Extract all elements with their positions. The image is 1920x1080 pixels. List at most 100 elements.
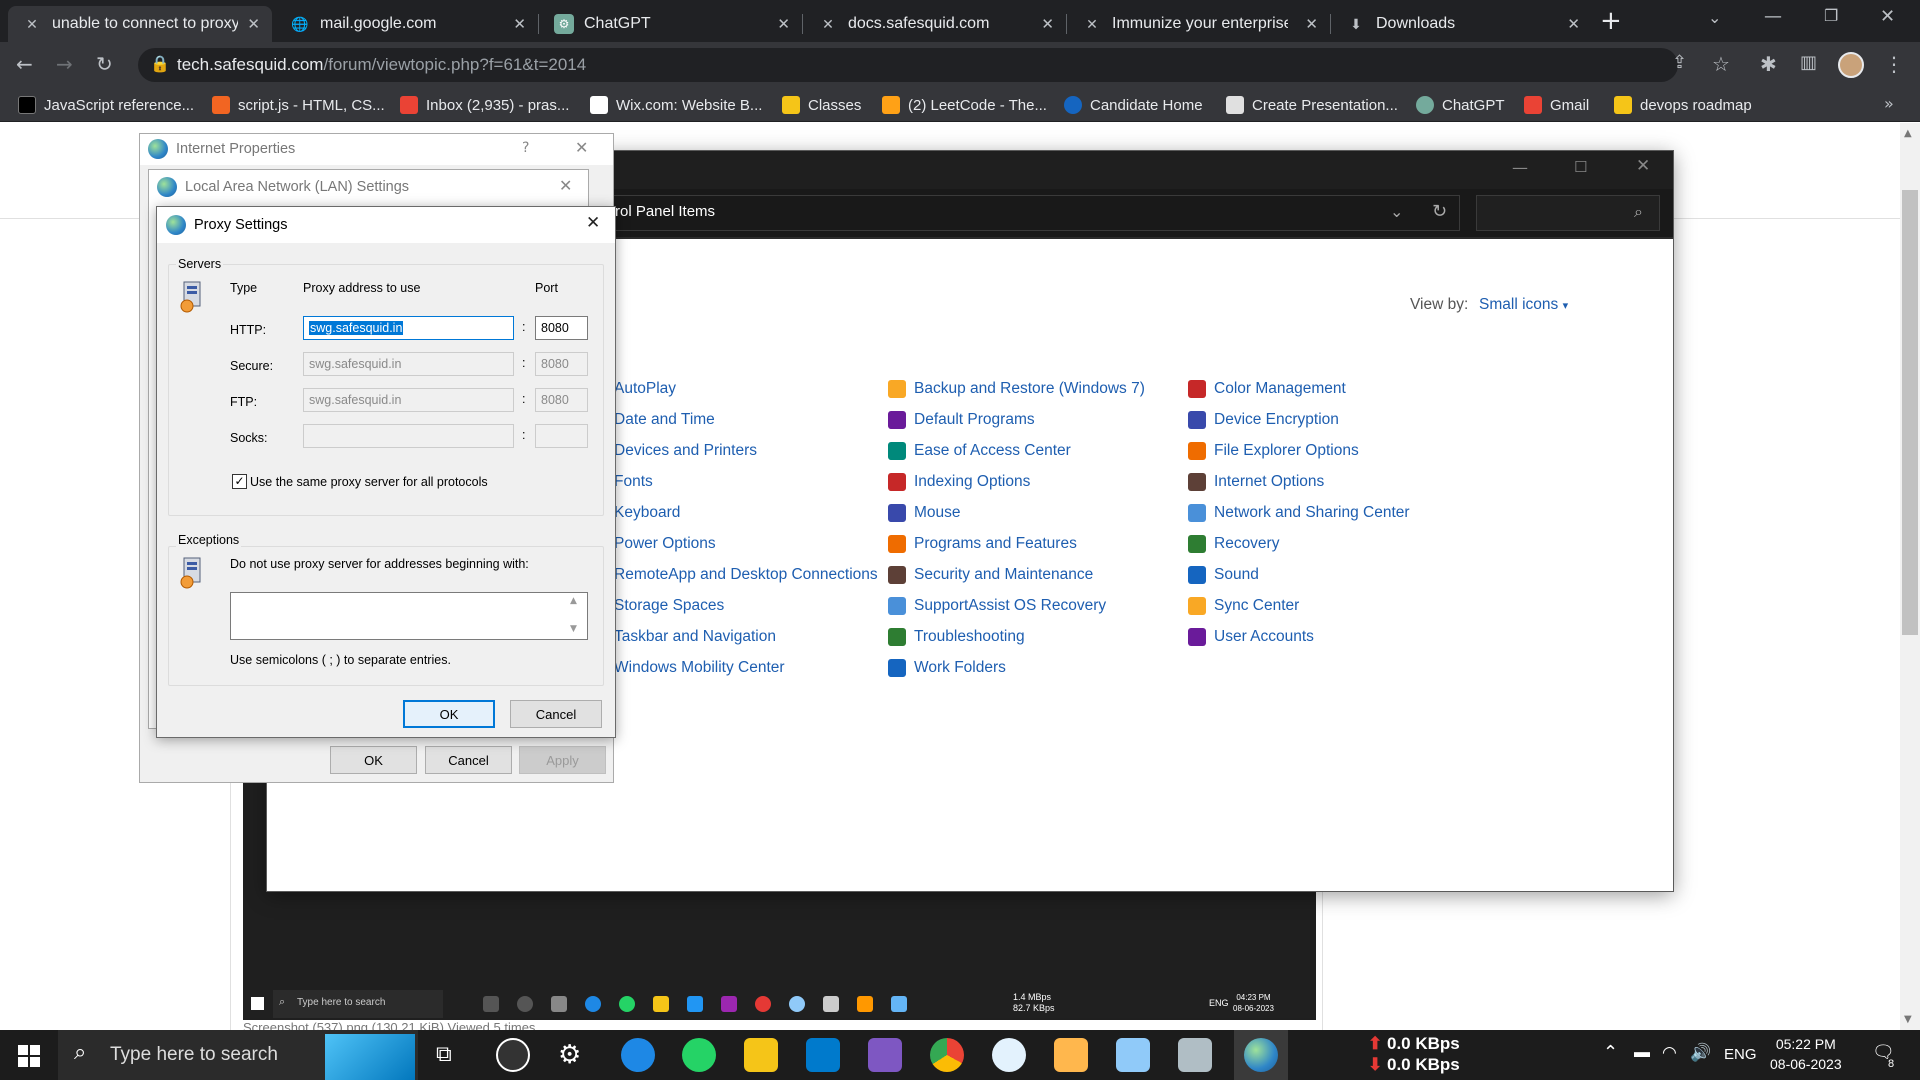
textarea-scroll-up-icon[interactable]: ▲: [570, 596, 577, 606]
cp-item[interactable]: Device Encryption: [1188, 411, 1339, 429]
cp-item[interactable]: File Explorer Options: [1188, 442, 1359, 460]
close-icon[interactable]: ✕: [575, 138, 588, 157]
cp-item[interactable]: Date and Time: [614, 411, 715, 429]
show-hidden-icons[interactable]: ⌃: [1603, 1042, 1618, 1063]
more-bookmarks-icon[interactable]: »: [1884, 94, 1894, 113]
secure-address-input[interactable]: swg.safesquid.in: [303, 352, 514, 376]
profile-avatar[interactable]: [1838, 52, 1864, 78]
cp-item[interactable]: Backup and Restore (Windows 7): [888, 380, 1145, 398]
http-port-input[interactable]: 8080: [535, 316, 588, 340]
whatsapp-icon[interactable]: [682, 1038, 716, 1072]
exceptions-textarea[interactable]: [230, 592, 588, 640]
cp-item[interactable]: Recovery: [1188, 535, 1279, 553]
help-button[interactable]: ?: [522, 140, 529, 156]
cp-item[interactable]: Mouse: [888, 504, 961, 522]
cp-item[interactable]: Network and Sharing Center: [1188, 504, 1410, 522]
control-panel-icon[interactable]: [1116, 1038, 1150, 1072]
ftp-address-input[interactable]: swg.safesquid.in: [303, 388, 514, 412]
bookmark-candidate-home[interactable]: Candidate Home: [1064, 94, 1203, 116]
bookmark-leetcode[interactable]: (2) LeetCode - The...: [882, 94, 1047, 116]
close-icon[interactable]: ✕: [586, 213, 600, 233]
bookmark-chatgpt[interactable]: ChatGPT: [1416, 94, 1505, 116]
menu-icon[interactable]: ⋮: [1884, 52, 1904, 76]
forward-icon[interactable]: →: [56, 52, 73, 76]
bookmark-devops-roadmap[interactable]: devops roadmap: [1614, 94, 1752, 116]
cp-item[interactable]: Color Management: [1188, 380, 1346, 398]
view-by-dropdown[interactable]: Small icons ▾: [1479, 296, 1568, 314]
tab-search-icon[interactable]: ⌄: [1708, 8, 1721, 27]
cp-minimize-icon[interactable]: —: [1512, 158, 1528, 177]
extensions-icon[interactable]: ✱: [1760, 52, 1777, 76]
minimize-icon[interactable]: —: [1764, 6, 1782, 27]
close-icon[interactable]: ✕: [1305, 15, 1318, 33]
safari-icon[interactable]: [621, 1038, 655, 1072]
chrome-icon[interactable]: [930, 1038, 964, 1072]
cp-search-box[interactable]: [1476, 195, 1660, 231]
cp-item[interactable]: RemoteApp and Desktop Connections: [614, 566, 878, 584]
close-icon[interactable]: ✕: [777, 15, 790, 33]
language-indicator[interactable]: ENG: [1724, 1046, 1757, 1063]
refresh-icon[interactable]: ↻: [1432, 201, 1447, 222]
tab-immunize[interactable]: ✕ Immunize your enterprise ✕: [1068, 6, 1330, 42]
bookmark-wix[interactable]: Wix.com: Website B...: [590, 94, 762, 116]
new-tab-button[interactable]: +: [1600, 6, 1622, 36]
http-address-input[interactable]: swg.safesquid.in: [303, 316, 514, 340]
taskbar-clock[interactable]: 05:22 PM 08-06-2023: [1770, 1034, 1842, 1074]
socks-address-input[interactable]: [303, 424, 514, 448]
side-panel-icon[interactable]: ▥: [1800, 52, 1817, 73]
tab-docs-safesquid[interactable]: ✕ docs.safesquid.com ✕: [804, 6, 1066, 42]
close-icon[interactable]: ✕: [1567, 15, 1580, 33]
close-icon[interactable]: ✕: [247, 15, 260, 33]
bookmark-inbox[interactable]: Inbox (2,935) - pras...: [400, 94, 569, 116]
cp-item[interactable]: Devices and Printers: [614, 442, 757, 460]
cp-item[interactable]: Troubleshooting: [888, 628, 1025, 646]
cp-item[interactable]: Programs and Features: [888, 535, 1077, 553]
virtualbox-icon[interactable]: [1178, 1038, 1212, 1072]
ip-ok-button[interactable]: OK: [330, 746, 417, 774]
intellij-icon[interactable]: [868, 1038, 902, 1072]
close-icon[interactable]: ✕: [513, 15, 526, 33]
internet-options-icon[interactable]: [1244, 1038, 1278, 1072]
tab-unable-to-connect[interactable]: ✕ unable to connect to proxy ✕: [8, 6, 272, 42]
share-icon[interactable]: ⇪: [1672, 52, 1687, 73]
cp-item[interactable]: SupportAssist OS Recovery: [888, 597, 1106, 615]
volume-icon[interactable]: 🔊: [1690, 1043, 1711, 1063]
bookmark-scriptjs[interactable]: script.js - HTML, CS...: [212, 94, 385, 116]
cp-item[interactable]: Power Options: [614, 535, 716, 553]
task-view-icon[interactable]: ⧉: [436, 1042, 452, 1067]
tab-gmail[interactable]: 🌐 mail.google.com ✕: [276, 6, 538, 42]
secure-port-input[interactable]: 8080: [535, 352, 588, 376]
cp-item[interactable]: Taskbar and Navigation: [614, 628, 776, 646]
cp-item[interactable]: User Accounts: [1188, 628, 1314, 646]
sublime-icon[interactable]: [1054, 1038, 1088, 1072]
close-icon[interactable]: ✕: [1041, 15, 1054, 33]
wifi-icon[interactable]: ◠: [1662, 1043, 1677, 1063]
scroll-up-icon[interactable]: ▲: [1904, 128, 1912, 139]
vscode-icon[interactable]: [806, 1038, 840, 1072]
file-explorer-icon[interactable]: [744, 1038, 778, 1072]
proxy-cancel-button[interactable]: Cancel: [510, 700, 602, 728]
cp-item[interactable]: Storage Spaces: [614, 597, 724, 615]
textarea-scroll-down-icon[interactable]: ▼: [570, 624, 577, 634]
battery-icon[interactable]: ▬: [1634, 1044, 1650, 1062]
chevron-down-icon[interactable]: ⌄: [1390, 202, 1403, 221]
bookmark-javascript[interactable]: JavaScript reference...: [18, 94, 194, 116]
proxy-ok-button[interactable]: OK: [403, 700, 495, 728]
cp-item[interactable]: Ease of Access Center: [888, 442, 1071, 460]
settings-gear-icon[interactable]: ⚙: [558, 1040, 581, 1070]
cp-item[interactable]: Default Programs: [888, 411, 1035, 429]
cp-close-icon[interactable]: ✕: [1636, 156, 1650, 176]
tab-chatgpt[interactable]: ⚙ ChatGPT ✕: [540, 6, 802, 42]
cp-item[interactable]: Work Folders: [888, 659, 1006, 677]
lock-icon[interactable]: 🔒: [150, 54, 170, 73]
tab-downloads[interactable]: ⬇ Downloads ✕: [1332, 6, 1592, 42]
restore-icon[interactable]: ❐: [1824, 6, 1838, 25]
cp-maximize-icon[interactable]: ☐: [1574, 158, 1587, 176]
app-icon[interactable]: [992, 1038, 1026, 1072]
reload-icon[interactable]: ↻: [96, 52, 113, 76]
bookmark-create-presentation[interactable]: Create Presentation...: [1226, 94, 1398, 116]
back-icon[interactable]: ←: [16, 52, 33, 76]
same-proxy-checkbox[interactable]: ✓: [232, 474, 247, 489]
bookmark-classes[interactable]: Classes: [782, 94, 861, 116]
ftp-port-input[interactable]: 8080: [535, 388, 588, 412]
